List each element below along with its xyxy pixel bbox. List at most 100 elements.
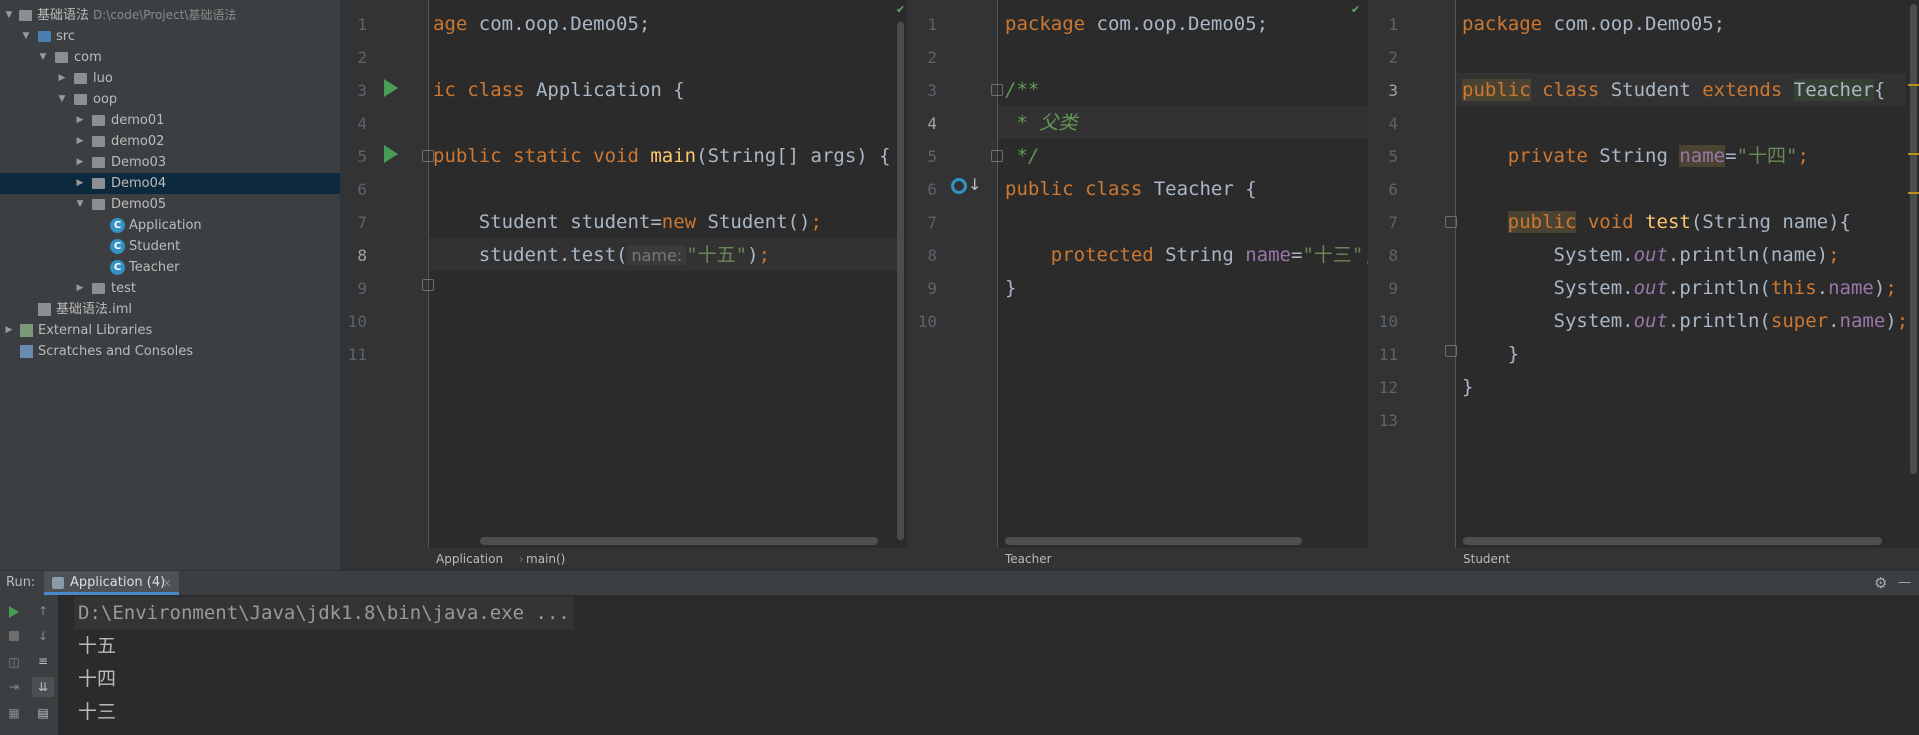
chevron-right-icon[interactable]: ▶ <box>74 173 86 194</box>
run-gutter-icon[interactable] <box>384 79 398 97</box>
arrow-down-icon: ↓ <box>968 175 982 194</box>
line-number: 13 <box>1378 411 1398 430</box>
code-line: public static void main(String[] args) { <box>433 145 891 167</box>
chevron-right-icon[interactable]: ▶ <box>3 320 15 341</box>
run-label: Run: <box>6 575 36 590</box>
error-stripe-marker[interactable] <box>1908 153 1919 155</box>
code-line: System.out.println(super.name); <box>1462 310 1909 332</box>
line-number: 8 <box>927 246 937 265</box>
code-line: public class Student extends Teacher{ <box>1462 79 1886 101</box>
parameter-hint: name: <box>627 246 687 265</box>
error-stripe-marker[interactable] <box>1908 192 1919 194</box>
line-number: 3 <box>357 81 367 100</box>
editor-application[interactable]: ✔ 1 2 3 4 5 6 7 8 9 10 11 age com.oop.De… <box>340 0 907 548</box>
chevron-down-icon[interactable]: ▼ <box>37 47 49 68</box>
breadcrumb-separator-icon: › <box>519 552 524 566</box>
overriding-method-icon[interactable] <box>951 178 967 194</box>
horizontal-scrollbar[interactable] <box>1463 537 1882 545</box>
tree-item-label: 基础语法 <box>37 8 90 23</box>
run-tab-application[interactable]: Application (4) × <box>44 571 179 595</box>
code-line: System.out.println(name); <box>1462 244 1840 266</box>
fold-marker-icon[interactable] <box>1445 216 1457 228</box>
fold-marker-icon[interactable] <box>991 84 1003 96</box>
line-number: 6 <box>1388 180 1398 199</box>
editor-student[interactable]: 1 2 3 4 5 6 7 8 9 10 11 12 13 package co… <box>1371 0 1919 548</box>
line-number: 7 <box>927 213 937 232</box>
class-icon: C <box>110 239 125 254</box>
up-arrow-icon[interactable]: ↑ <box>36 604 50 618</box>
code-line: * 父类 <box>1005 112 1078 134</box>
breadcrumb: Teacher <box>910 548 1368 570</box>
soft-wrap-icon[interactable]: ≡ <box>36 654 50 668</box>
chevron-right-icon[interactable]: ▶ <box>56 68 68 89</box>
scratches-icon <box>20 345 33 358</box>
gutter-divider <box>997 0 998 548</box>
run-tool-window-header: Run: Application (4) × ⚙ — <box>0 570 1919 595</box>
chevron-down-icon[interactable]: ▼ <box>20 26 32 47</box>
line-number: 5 <box>1388 147 1398 166</box>
line-number: 11 <box>347 345 367 364</box>
inspection-ok-icon: ✔ <box>1351 3 1361 16</box>
chevron-down-icon[interactable]: ▼ <box>56 89 68 110</box>
line-number: 5 <box>927 147 937 166</box>
line-number: 10 <box>347 312 367 331</box>
minimize-icon[interactable]: — <box>1898 571 1911 595</box>
chevron-down-icon[interactable]: ▼ <box>74 194 86 215</box>
tree-item-label: demo01 <box>111 113 165 128</box>
fold-marker-icon[interactable] <box>422 279 434 291</box>
horizontal-scrollbar[interactable] <box>1005 537 1302 545</box>
scroll-to-end-icon: ⇊ <box>37 680 49 694</box>
close-icon[interactable]: × <box>162 571 172 595</box>
tree-item-label: Teacher <box>129 260 180 275</box>
error-stripe-marker[interactable] <box>1908 84 1919 86</box>
line-number: 10 <box>1378 312 1398 331</box>
chevron-right-icon[interactable]: ▶ <box>74 152 86 173</box>
package-icon <box>92 199 105 210</box>
vertical-scrollbar[interactable] <box>897 22 904 540</box>
project-tool-window: ▼ 基础语法 D:\code\Project\基础语法 ▼ src ▼ com … <box>0 0 340 570</box>
login-icon[interactable]: ⇥ <box>7 680 21 694</box>
camera-icon[interactable]: ◫ <box>7 655 21 669</box>
line-number: 2 <box>357 48 367 67</box>
chevron-right-icon[interactable]: ▶ <box>74 278 86 299</box>
tree-item-label: test <box>111 281 136 296</box>
chevron-right-icon[interactable]: ▶ <box>74 131 86 152</box>
horizontal-scrollbar[interactable] <box>480 537 878 545</box>
iml-file-icon <box>38 303 51 316</box>
tree-item-label: Application <box>129 218 202 233</box>
code-line: package com.oop.Demo05; <box>1462 13 1726 35</box>
class-icon: C <box>110 218 125 233</box>
editor-teacher[interactable]: ✔ 1 2 3 4 5 6 7 8 9 10 ↓ package com.oop… <box>910 0 1368 548</box>
breadcrumb-method[interactable]: main() <box>526 548 565 570</box>
layout-icon[interactable]: ▦ <box>7 706 21 720</box>
code-line: public class Teacher { <box>1005 178 1257 200</box>
chevron-right-icon[interactable]: ▶ <box>74 110 86 131</box>
line-number: 7 <box>1388 213 1398 232</box>
breadcrumb-class[interactable]: Student <box>1463 548 1510 570</box>
tree-item-demo04[interactable]: ▶ Demo04 <box>0 173 340 194</box>
code-line: } <box>1462 376 1474 398</box>
console-output[interactable]: D:\Environment\Java\jdk1.8\bin\java.exe … <box>58 595 1919 735</box>
run-tab-label: Application (4) <box>70 575 166 590</box>
fold-marker-icon[interactable] <box>991 150 1003 162</box>
tree-item-label: 基础语法.iml <box>56 302 133 317</box>
line-number: 3 <box>927 81 937 100</box>
vertical-scrollbar[interactable] <box>1910 4 1917 474</box>
tree-item-label: com <box>74 50 102 65</box>
run-gutter-icon[interactable] <box>384 145 398 163</box>
package-icon <box>74 73 87 84</box>
code-line: Student student=new Student(); <box>433 211 822 233</box>
print-icon[interactable]: ▤ <box>36 706 50 720</box>
code-line: protected String name="十三"; <box>1005 244 1368 266</box>
chevron-down-icon[interactable]: ▼ <box>3 5 15 26</box>
rerun-icon[interactable] <box>9 606 19 618</box>
down-arrow-icon[interactable]: ↓ <box>36 629 50 643</box>
breadcrumb-class[interactable]: Teacher <box>1005 548 1052 570</box>
stop-icon[interactable] <box>9 631 19 641</box>
tree-item-label: Demo04 <box>111 176 167 191</box>
fold-marker-icon[interactable] <box>1445 345 1457 357</box>
console-command-line: D:\Environment\Java\jdk1.8\bin\java.exe … <box>74 597 574 630</box>
source-folder-icon <box>38 31 51 42</box>
gear-icon[interactable]: ⚙ <box>1874 571 1887 595</box>
breadcrumb-class[interactable]: Application <box>436 548 503 570</box>
